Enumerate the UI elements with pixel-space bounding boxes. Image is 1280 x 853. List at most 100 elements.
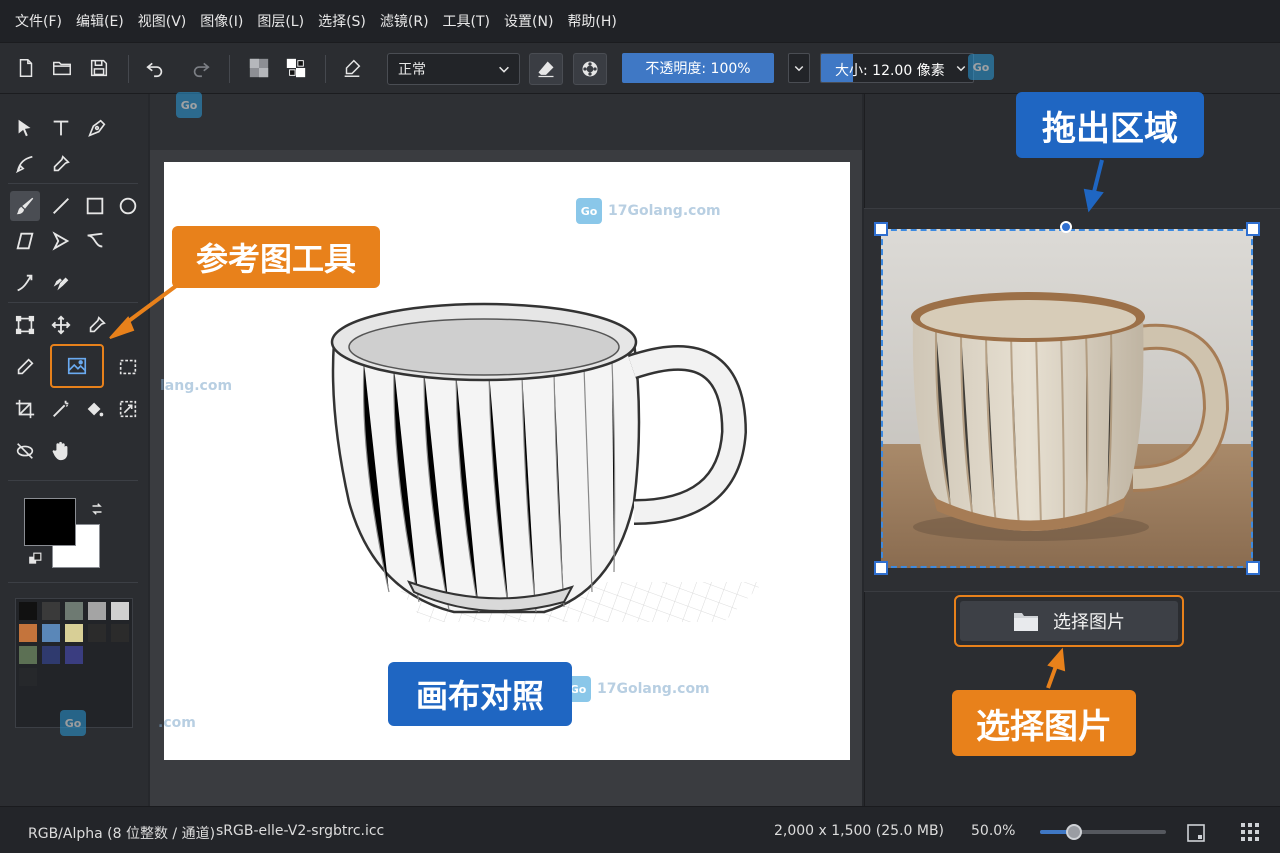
perspective-tool[interactable] bbox=[113, 394, 143, 424]
palette-swatch[interactable] bbox=[65, 624, 83, 642]
menu-view[interactable]: 视图(V) bbox=[131, 11, 194, 31]
resize-handle[interactable] bbox=[1246, 222, 1260, 236]
crop-tool[interactable] bbox=[10, 394, 40, 424]
rotate-handle[interactable] bbox=[1060, 221, 1072, 233]
palette-swatch[interactable] bbox=[88, 602, 106, 620]
undo-button[interactable] bbox=[138, 51, 172, 85]
redo-button[interactable] bbox=[184, 51, 218, 85]
palette-swatch[interactable] bbox=[42, 646, 60, 664]
image-dimensions[interactable]: 2,000 x 1,500 (25.0 MB) bbox=[774, 823, 944, 839]
menu-help[interactable]: 帮助(H) bbox=[560, 11, 623, 31]
dynamic-brush-tool[interactable] bbox=[10, 268, 40, 298]
palette-swatch[interactable] bbox=[111, 602, 129, 620]
palette-swatch[interactable] bbox=[42, 624, 60, 642]
menu-tools[interactable]: 工具(T) bbox=[436, 11, 497, 31]
color-profile[interactable]: sRGB-elle-V2-srgbtrc.icc bbox=[216, 823, 384, 839]
edit-shapes-tool[interactable] bbox=[10, 149, 40, 179]
select-tool[interactable] bbox=[10, 113, 40, 143]
rectangle-select-tool[interactable] bbox=[113, 352, 143, 382]
reference-image-tool[interactable] bbox=[50, 344, 104, 388]
palette-swatch[interactable] bbox=[19, 668, 37, 686]
open-button[interactable] bbox=[45, 51, 79, 85]
opacity-dropdown[interactable] bbox=[788, 53, 810, 83]
menu-file[interactable]: 文件(F) bbox=[8, 11, 69, 31]
resize-handle[interactable] bbox=[874, 222, 888, 236]
menu-layer[interactable]: 图层(L) bbox=[250, 11, 311, 31]
ellipse-tool[interactable] bbox=[113, 191, 143, 221]
zoom-level[interactable]: 50.0% bbox=[971, 823, 1015, 839]
palette-swatch[interactable] bbox=[111, 624, 129, 642]
polyline-icon bbox=[52, 231, 70, 251]
resize-handle[interactable] bbox=[874, 561, 888, 575]
foreground-color-swatch[interactable] bbox=[24, 498, 76, 546]
reset-colors-icon[interactable] bbox=[28, 552, 42, 566]
palette-swatch[interactable] bbox=[19, 624, 37, 642]
transform-icon bbox=[15, 315, 35, 335]
menu-select[interactable]: 选择(S) bbox=[311, 11, 373, 31]
palette-swatch[interactable] bbox=[65, 602, 83, 620]
callout-canvas-compare: 画布对照 bbox=[388, 662, 572, 726]
palette-swatch[interactable] bbox=[19, 602, 37, 620]
rectangle-icon bbox=[86, 197, 104, 215]
polygon-tool[interactable] bbox=[10, 226, 40, 256]
brush-preset-button[interactable] bbox=[573, 53, 607, 85]
palette-swatch[interactable] bbox=[42, 602, 60, 620]
palette-swatch[interactable] bbox=[88, 624, 106, 642]
fit-view-icon[interactable] bbox=[1186, 823, 1206, 843]
save-button[interactable] bbox=[82, 51, 116, 85]
blend-mode-value: 正常 bbox=[398, 62, 426, 78]
opacity-slider[interactable]: 不透明度: 100% bbox=[622, 53, 774, 83]
pencil-icon bbox=[17, 358, 34, 375]
brush-preset-icon bbox=[582, 61, 598, 77]
grid-view-icon[interactable] bbox=[1240, 822, 1260, 842]
swap-colors-button[interactable] bbox=[279, 51, 313, 85]
color-swatch-icon bbox=[286, 58, 306, 78]
perspective-icon bbox=[119, 400, 137, 418]
line-tool[interactable] bbox=[46, 191, 76, 221]
palette-swatch[interactable] bbox=[19, 646, 37, 664]
color-picker-tool[interactable] bbox=[46, 149, 76, 179]
eyedropper-icon bbox=[53, 155, 70, 172]
move-tool[interactable] bbox=[46, 310, 76, 340]
selection-frame[interactable] bbox=[881, 229, 1253, 568]
zoom-slider-knob[interactable] bbox=[1066, 824, 1082, 840]
swap-colors-icon[interactable] bbox=[88, 500, 106, 518]
calligraphy-tool[interactable] bbox=[82, 113, 112, 143]
assistant-tool[interactable] bbox=[10, 436, 40, 466]
choose-image-button[interactable]: 选择图片 bbox=[954, 595, 1184, 647]
menu-settings[interactable]: 设置(N) bbox=[497, 11, 560, 31]
transform-tool[interactable] bbox=[10, 310, 40, 340]
choose-image-button-body: 选择图片 bbox=[960, 601, 1178, 641]
new-document-button[interactable] bbox=[9, 51, 43, 85]
fill-tool[interactable] bbox=[80, 394, 110, 424]
brush-tool[interactable] bbox=[10, 191, 40, 221]
eyedropper-icon bbox=[89, 316, 106, 333]
resize-handle[interactable] bbox=[1246, 561, 1260, 575]
gradient-pattern-icon bbox=[249, 58, 269, 78]
redo-icon bbox=[193, 62, 210, 78]
arrow-pointer-icon bbox=[18, 119, 31, 137]
eraser-mode-button[interactable] bbox=[529, 53, 563, 85]
menu-edit[interactable]: 编辑(E) bbox=[69, 11, 131, 31]
sampler-tool[interactable] bbox=[82, 310, 112, 340]
rectangle-tool[interactable] bbox=[80, 191, 110, 221]
polyline-tool[interactable] bbox=[46, 226, 76, 256]
bezier-curve-tool[interactable] bbox=[80, 226, 110, 256]
magic-wand-tool[interactable] bbox=[46, 394, 76, 424]
menubar: 文件(F) 编辑(E) 视图(V) 图像(I) 图层(L) 选择(S) 滤镜(R… bbox=[0, 0, 1280, 42]
callout-drag-region: 拖出区域 bbox=[1016, 92, 1204, 158]
size-slider[interactable]: 大小: 12.00 像素 bbox=[820, 53, 974, 83]
text-tool[interactable] bbox=[46, 113, 76, 143]
freehand-tool[interactable] bbox=[10, 352, 40, 382]
brush-settings-button[interactable] bbox=[335, 51, 369, 85]
blend-mode-select[interactable]: 正常 bbox=[387, 53, 520, 85]
palette-swatch[interactable] bbox=[65, 646, 83, 664]
menu-filter[interactable]: 滤镜(R) bbox=[373, 11, 436, 31]
multibrush-tool[interactable] bbox=[46, 268, 76, 298]
undo-icon bbox=[146, 62, 163, 78]
dynamic-brush-icon bbox=[17, 274, 33, 292]
menu-image[interactable]: 图像(I) bbox=[193, 11, 250, 31]
callout-choose-image: 选择图片 bbox=[952, 690, 1136, 756]
pattern-button[interactable] bbox=[242, 51, 276, 85]
pan-tool[interactable] bbox=[46, 436, 76, 466]
